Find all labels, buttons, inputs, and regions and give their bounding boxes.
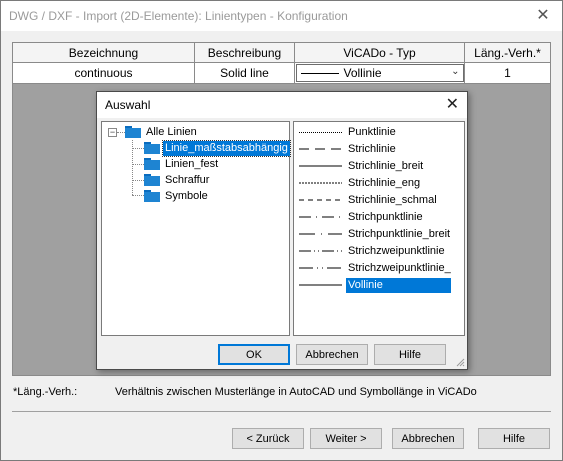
dash-two-dot-line-sample — [299, 250, 342, 252]
divider — [12, 411, 551, 412]
solid-line-sample — [299, 284, 342, 286]
dialog-help-button[interactable]: Hilfe — [374, 344, 446, 365]
tree-connector — [132, 164, 144, 165]
tree-connector — [132, 195, 144, 196]
linetype-config-table: Bezeichnung Beschreibung ViCADo - Typ Lä… — [12, 42, 551, 84]
cell-beschreibung[interactable]: Solid line — [195, 63, 295, 83]
tree-item-fest[interactable]: Linien_fest — [163, 157, 220, 172]
header-beschreibung[interactable]: Beschreibung — [195, 43, 295, 62]
help-button[interactable]: Hilfe — [478, 428, 550, 449]
list-item[interactable]: Punktlinie — [299, 125, 459, 140]
folder-icon — [144, 158, 160, 170]
list-item[interactable]: Strichzweipunktlinie_b — [299, 261, 459, 276]
header-bezeichnung[interactable]: Bezeichnung — [13, 43, 195, 62]
list-item-selected[interactable]: Vollinie — [299, 278, 459, 293]
resize-grip-icon[interactable] — [455, 357, 465, 367]
linetype-list[interactable]: Punktlinie Strichlinie Strichlinie_breit… — [293, 121, 465, 336]
table-header: Bezeichnung Beschreibung ViCADo - Typ Lä… — [13, 43, 550, 63]
dialog-title-bar: Auswahl ✕ — [97, 92, 467, 118]
list-item[interactable]: Strichlinie — [299, 142, 459, 157]
close-icon[interactable]: ✕ — [532, 5, 554, 27]
close-icon[interactable]: ✕ — [446, 94, 459, 116]
ok-button[interactable]: OK — [218, 344, 290, 365]
list-item[interactable]: Strichzweipunktlinie — [299, 244, 459, 259]
footnote-key: *Läng.-Verh.: — [13, 386, 78, 398]
category-tree[interactable]: − Alle Linien Linie_maßstabsabhängig Lin… — [101, 121, 291, 336]
header-laeng-verh[interactable]: Läng.-Verh.* — [465, 43, 550, 62]
dashed-line-sample — [299, 148, 342, 150]
dash-dot-line-sample — [299, 216, 342, 218]
short-dashed-line-sample — [299, 199, 342, 201]
dotted-line-sample — [299, 132, 342, 133]
next-button[interactable]: Weiter > — [310, 428, 382, 449]
header-vicado-typ[interactable]: ViCADo - Typ — [295, 43, 465, 62]
selection-dialog: Auswahl ✕ − Alle Linien Linie_maßstabsab… — [96, 91, 468, 370]
tree-item-symbole[interactable]: Symbole — [163, 189, 210, 204]
folder-icon — [144, 174, 160, 186]
list-item[interactable]: Strichpunktlinie_breit — [299, 227, 459, 242]
solid-line-sample — [299, 165, 342, 167]
list-item[interactable]: Strichpunktlinie — [299, 210, 459, 225]
cell-laeng-verh[interactable]: 1 — [465, 63, 550, 83]
fine-dashed-line-sample — [299, 182, 342, 184]
combo-value: Vollinie — [343, 66, 382, 80]
tree-connector — [132, 180, 144, 181]
window-title: DWG / DXF - Import (2D-Elemente): Linien… — [9, 9, 348, 23]
tree-item-root[interactable]: Alle Linien — [144, 125, 199, 140]
dialog-title: Auswahl — [105, 98, 151, 112]
wide-dash-dot-line-sample — [299, 233, 342, 235]
table-row[interactable]: continuous Solid line Vollinie ⌄ 1 — [13, 63, 550, 83]
collapse-icon[interactable]: − — [108, 128, 117, 137]
folder-icon — [125, 126, 141, 138]
solid-line-sample — [300, 72, 339, 74]
footnote-text: Verhältnis zwischen Musterlänge in AutoC… — [115, 386, 477, 398]
cancel-button[interactable]: Abbrechen — [392, 428, 464, 449]
tree-item-massstabsabhaengig[interactable]: Linie_maßstabsabhängig — [162, 140, 291, 157]
tree-item-schraffur[interactable]: Schraffur — [163, 173, 211, 188]
linetype-combo[interactable]: Vollinie ⌄ — [295, 64, 464, 82]
dialog-cancel-button[interactable]: Abbrechen — [296, 344, 368, 365]
chevron-down-icon[interactable]: ⌄ — [451, 66, 459, 77]
list-item[interactable]: Strichlinie_eng — [299, 176, 459, 191]
cell-vicado-typ[interactable]: Vollinie ⌄ — [295, 63, 465, 83]
title-bar: DWG / DXF - Import (2D-Elemente): Linien… — [1, 1, 562, 31]
tree-connector — [117, 132, 125, 133]
folder-icon — [144, 190, 160, 202]
list-item[interactable]: Strichlinie_schmal — [299, 193, 459, 208]
wide-dash-two-dot-line-sample — [299, 267, 342, 269]
cell-bezeichnung[interactable]: continuous — [13, 63, 195, 83]
tree-connector — [132, 148, 144, 149]
list-item[interactable]: Strichlinie_breit — [299, 159, 459, 174]
back-button[interactable]: < Zurück — [232, 428, 304, 449]
folder-icon — [144, 142, 160, 154]
